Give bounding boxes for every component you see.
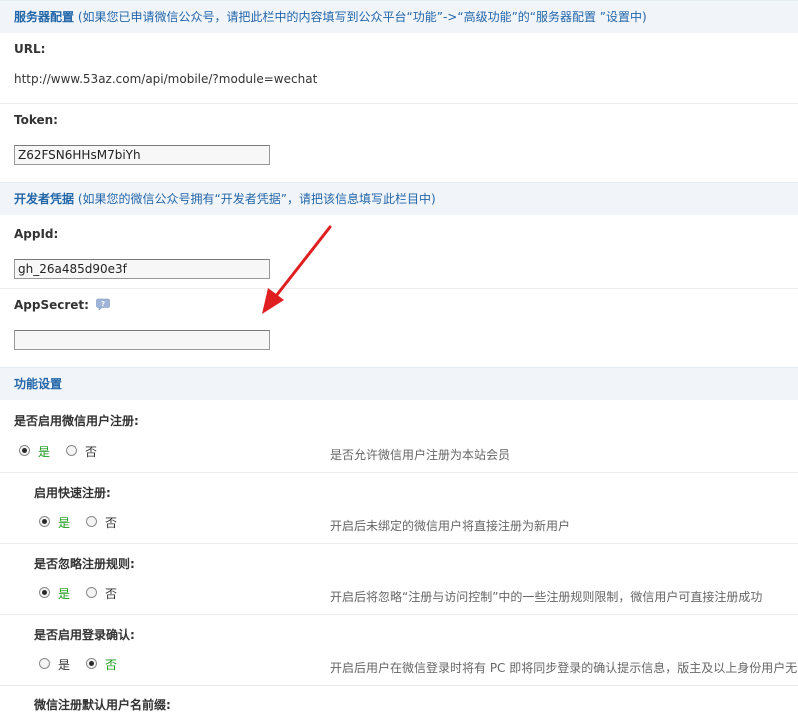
dev-credentials-header: 开发者凭据 (如果您的微信公众号拥有“开发者凭据”，请把该信息填写此栏目中)	[0, 182, 798, 215]
option-no-label[interactable]: 否	[105, 514, 117, 531]
setting-label: 是否启用微信用户注册:	[14, 414, 139, 428]
section-note: (如果您已申请微信公众号，请把此栏中的内容填写到公众平台“功能”->“高级功能”…	[77, 10, 647, 24]
url-label: URL:	[14, 42, 46, 56]
setting-label: 是否忽略注册规则:	[34, 557, 135, 571]
setting-description: 是否允许微信用户注册为本站会员	[330, 448, 511, 462]
divider	[0, 472, 798, 473]
svg-text:?: ?	[101, 300, 105, 308]
question-bubble-icon[interactable]: ?	[96, 298, 110, 311]
radio-no[interactable]	[86, 587, 97, 598]
divider	[0, 614, 798, 615]
appid-label: AppId:	[14, 227, 59, 241]
radio-yes[interactable]	[39, 516, 50, 527]
divider	[0, 685, 798, 686]
token-input[interactable]	[14, 145, 270, 165]
radio-no[interactable]	[66, 445, 77, 456]
radio-no[interactable]	[86, 516, 97, 527]
setting-label: 启用快速注册:	[34, 486, 111, 500]
option-yes-label[interactable]: 是	[58, 656, 70, 673]
appsecret-label: AppSecret:	[14, 298, 89, 312]
option-no-label[interactable]: 否	[105, 585, 117, 602]
appid-input[interactable]	[14, 259, 270, 279]
option-yes-label[interactable]: 是	[38, 443, 50, 460]
section-title: 开发者凭据	[14, 192, 75, 206]
setting-label: 是否启用登录确认:	[34, 628, 135, 642]
section-title: 功能设置	[14, 377, 63, 391]
setting-description: 开启后未绑定的微信用户将直接注册为新用户	[330, 519, 571, 533]
appsecret-input[interactable]	[14, 330, 270, 350]
divider	[0, 543, 798, 544]
server-config-header: 服务器配置 (如果您已申请微信公众号，请把此栏中的内容填写到公众平台“功能”->…	[0, 0, 798, 33]
option-no-label[interactable]: 否	[105, 656, 117, 673]
radio-yes[interactable]	[19, 445, 30, 456]
radio-yes[interactable]	[39, 658, 50, 669]
function-settings-header: 功能设置	[0, 367, 798, 400]
section-title: 服务器配置	[14, 10, 75, 24]
radio-no[interactable]	[86, 658, 97, 669]
divider	[0, 103, 798, 104]
option-yes-label[interactable]: 是	[58, 585, 70, 602]
url-value: http://www.53az.com/api/mobile/?module=w…	[14, 72, 318, 86]
section-note: (如果您的微信公众号拥有“开发者凭据”，请把该信息填写此栏目中)	[77, 192, 436, 206]
token-label: Token:	[14, 113, 58, 127]
option-no-label[interactable]: 否	[85, 443, 97, 460]
setting-description: 开启后将忽略“注册与访问控制”中的一些注册规则限制，微信用户可直接注册成功	[330, 590, 763, 604]
divider	[0, 288, 798, 289]
setting-label: 微信注册默认用户名前缀:	[34, 698, 171, 712]
option-yes-label[interactable]: 是	[58, 514, 70, 531]
radio-yes[interactable]	[39, 587, 50, 598]
setting-description: 开启后用户在微信登录时将有 PC 即将同步登录的确认提示信息，版主及以上身份用户…	[330, 661, 798, 675]
